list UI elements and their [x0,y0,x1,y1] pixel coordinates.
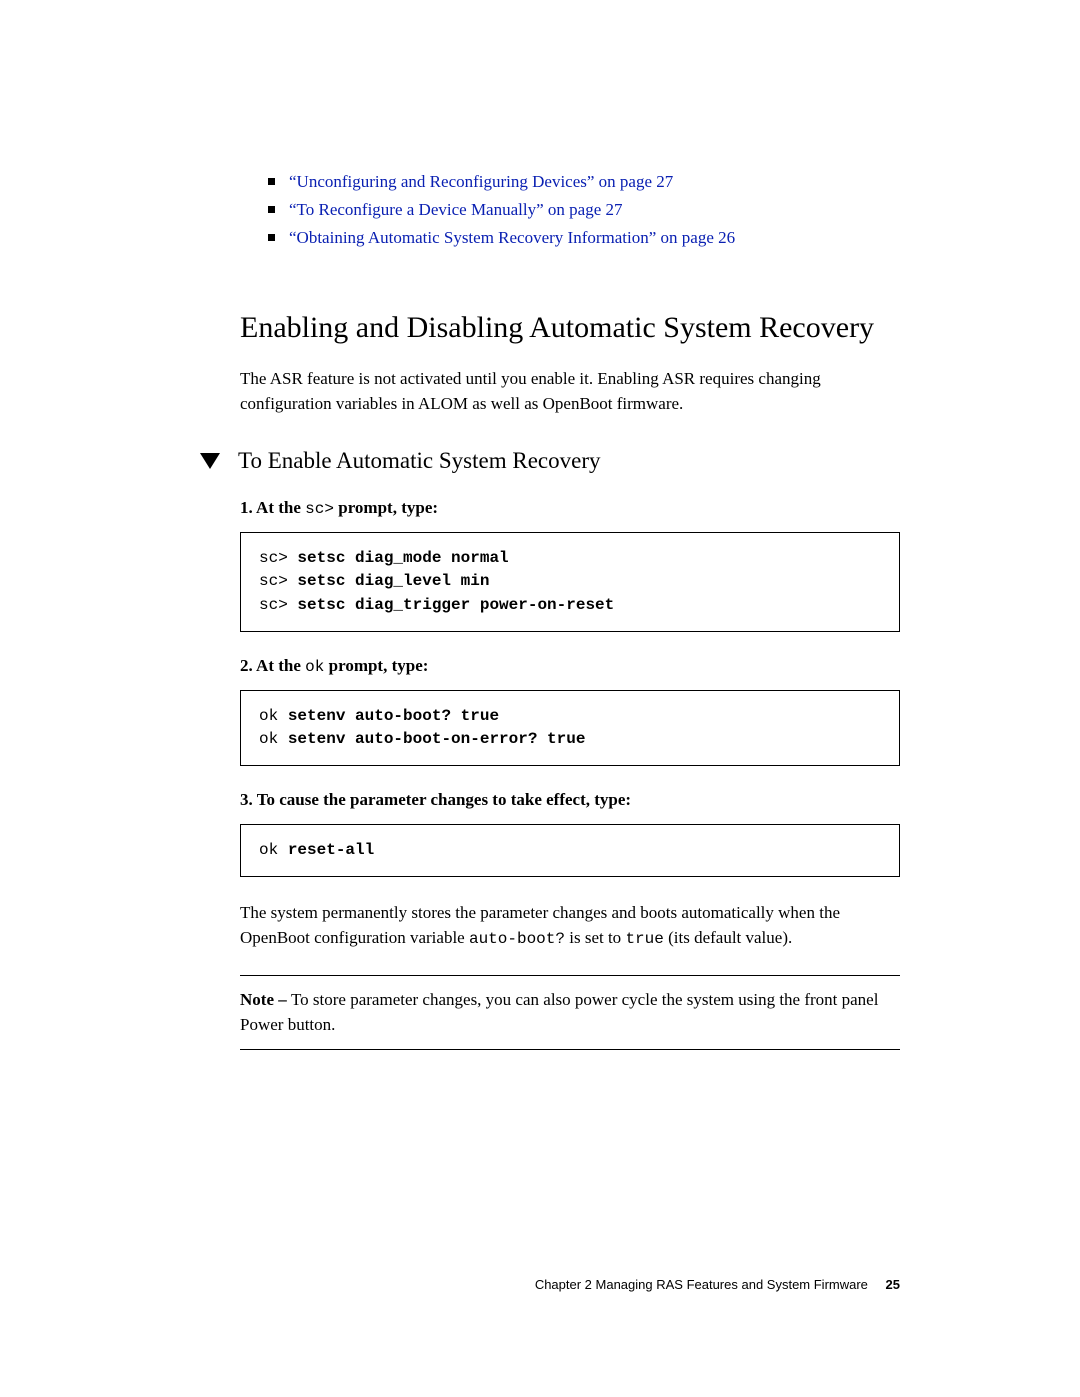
step-label-text: 3. To cause the parameter changes to tak… [240,790,631,809]
step-label: 2. At the ok prompt, type: [240,656,900,676]
code-block: ok setenv auto-boot? true ok setenv auto… [240,690,900,766]
procedure-title-row: To Enable Automatic System Recovery [200,448,900,474]
inline-code: true [625,930,663,948]
code-prompt: ok [259,730,288,748]
procedure-step: 2. At the ok prompt, type: ok setenv aut… [240,656,900,766]
step-label: 3. To cause the parameter changes to tak… [240,790,900,810]
code-command: setsc diag_trigger power-on-reset [297,596,614,614]
code-prompt: ok [259,841,288,859]
code-prompt: sc> [259,572,297,590]
code-prompt: sc> [259,549,297,567]
procedure-step: 1. At the sc> prompt, type: sc> setsc di… [240,498,900,632]
procedure-step: 3. To cause the parameter changes to tak… [240,790,900,877]
code-prompt: sc> [259,596,297,614]
inline-code: auto-boot? [469,930,565,948]
cross-reference-link[interactable]: “Obtaining Automatic System Recovery Inf… [289,226,735,250]
intro-paragraph: The ASR feature is not activated until y… [240,367,900,416]
section-heading: Enabling and Disabling Automatic System … [240,309,900,347]
code-command: setenv auto-boot-on-error? true [288,730,586,748]
cross-reference-list: “Unconfiguring and Reconfiguring Devices… [268,170,900,249]
step-label-text: prompt, type: [324,656,428,675]
footer-chapter: Chapter 2 Managing RAS Features and Syst… [535,1277,868,1292]
code-command: reset-all [288,841,374,859]
triangle-down-icon [200,453,220,469]
note-label: Note – [240,990,291,1009]
inline-code: sc> [305,500,334,518]
body-text: is set to [565,928,625,947]
list-item: “To Reconfigure a Device Manually” on pa… [268,198,900,222]
list-item: “Obtaining Automatic System Recovery Inf… [268,226,900,250]
code-command: setenv auto-boot? true [288,707,499,725]
cross-reference-link[interactable]: “To Reconfigure a Device Manually” on pa… [289,198,622,222]
code-block: sc> setsc diag_mode normal sc> setsc dia… [240,532,900,632]
note-text: To store parameter changes, you can also… [240,990,878,1034]
code-block: ok reset-all [240,824,900,877]
list-item: “Unconfiguring and Reconfiguring Devices… [268,170,900,194]
page-number: 25 [886,1277,900,1292]
bullet-icon [268,234,275,241]
bullet-icon [268,206,275,213]
step-label-text: 1. At the [240,498,305,517]
note-block: Note – To store parameter changes, you c… [240,975,900,1050]
result-paragraph: The system permanently stores the parame… [240,901,900,951]
code-prompt: ok [259,707,288,725]
bullet-icon [268,178,275,185]
inline-code: ok [305,658,324,676]
page-footer: Chapter 2 Managing RAS Features and Syst… [535,1277,900,1292]
procedure-title: To Enable Automatic System Recovery [238,448,600,474]
cross-reference-link[interactable]: “Unconfiguring and Reconfiguring Devices… [289,170,673,194]
procedure-block: To Enable Automatic System Recovery 1. A… [200,448,900,1050]
code-command: setsc diag_mode normal [297,549,508,567]
step-label-text: prompt, type: [334,498,438,517]
code-command: setsc diag_level min [297,572,489,590]
body-text: (its default value). [664,928,792,947]
step-label: 1. At the sc> prompt, type: [240,498,900,518]
step-label-text: 2. At the [240,656,305,675]
document-page: “Unconfiguring and Reconfiguring Devices… [0,0,1080,1397]
